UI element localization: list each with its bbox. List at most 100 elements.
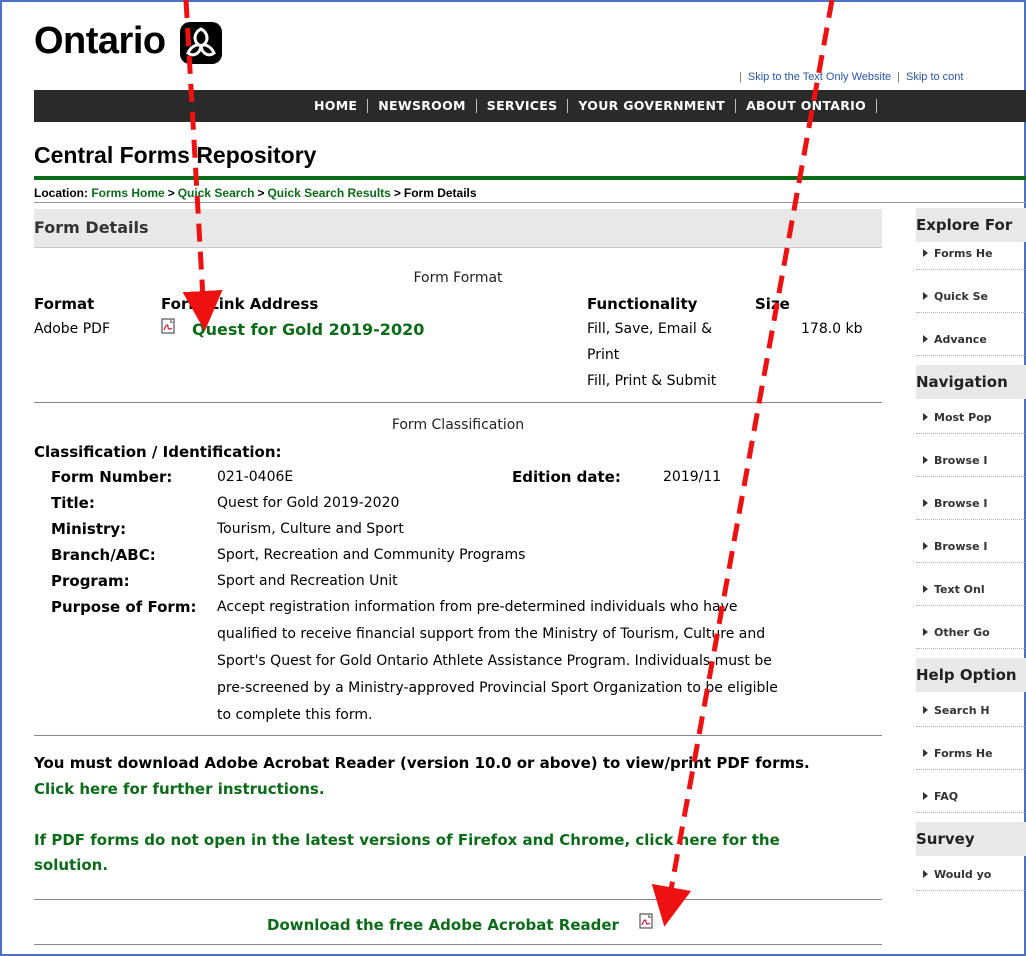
nav-services[interactable]: SERVICES bbox=[477, 99, 569, 113]
breadcrumb-separator: > bbox=[393, 186, 401, 200]
triangle-bullet-icon bbox=[923, 456, 928, 464]
breadcrumb-separator: > bbox=[257, 186, 265, 200]
sidebar-navigation-title: Navigation bbox=[916, 373, 1008, 391]
divider-format bbox=[34, 402, 882, 403]
instructions-link[interactable]: Click here for further instructions. bbox=[34, 780, 325, 798]
sidebar-item-other-gov[interactable]: Other Go bbox=[916, 622, 1026, 649]
sidebar-item-advanced-search[interactable]: Advance bbox=[916, 329, 1026, 356]
breadcrumb-quick-search-results[interactable]: Quick Search Results bbox=[267, 186, 390, 200]
breadcrumb: Location: Forms Home > Quick Search > Quick … bbox=[34, 186, 477, 200]
sidebar-item-browse-1[interactable]: Browse I bbox=[916, 450, 1026, 477]
skip-to-content-link[interactable]: Skip to cont bbox=[906, 71, 963, 83]
sidebar-help-header: Help Option bbox=[916, 658, 1026, 692]
sidebar-item-label: Quick Se bbox=[934, 290, 989, 303]
program-value: Sport and Recreation Unit bbox=[217, 573, 398, 589]
col-size: Size bbox=[755, 295, 790, 313]
breadcrumb-quick-search[interactable]: Quick Search bbox=[178, 186, 255, 200]
triangle-bullet-icon bbox=[923, 542, 928, 550]
triangle-bullet-icon bbox=[923, 413, 928, 421]
divider-download-bottom bbox=[34, 944, 882, 945]
sidebar-item-label: Forms He bbox=[934, 747, 993, 760]
sidebar-item-browse-3[interactable]: Browse I bbox=[916, 536, 1026, 563]
sidebar-item-most-popular[interactable]: Most Pop bbox=[916, 407, 1026, 434]
sidebar-item-label: Browse I bbox=[934, 454, 988, 467]
breadcrumb-divider bbox=[34, 202, 1026, 203]
breadcrumb-separator: > bbox=[167, 186, 175, 200]
sidebar-item-label: FAQ bbox=[934, 790, 959, 803]
purpose-line-5: to complete this form. bbox=[217, 707, 373, 723]
pdf-icon[interactable] bbox=[639, 913, 653, 929]
triangle-bullet-icon bbox=[923, 792, 928, 800]
pdf-icon[interactable] bbox=[161, 318, 175, 334]
triangle-bullet-icon bbox=[923, 292, 928, 300]
skip-text-only-link[interactable]: Skip to the Text Only Website bbox=[748, 71, 891, 83]
sidebar-item-label: Would yo bbox=[934, 868, 992, 881]
program-label: Program: bbox=[51, 572, 130, 590]
purpose-line-1: Accept registration information from pre… bbox=[217, 599, 738, 615]
edition-date-value: 2019/11 bbox=[663, 469, 722, 485]
title-underline bbox=[34, 176, 1026, 180]
sidebar-item-label: Forms He bbox=[934, 247, 993, 260]
classification-caption: Form Classification bbox=[391, 417, 525, 433]
col-form-link: Form Link Address bbox=[161, 295, 319, 313]
acrobat-notice: You must download Adobe Acrobat Reader (… bbox=[34, 754, 810, 772]
branch-value: Sport, Recreation and Community Programs bbox=[217, 547, 526, 563]
ministry-label: Ministry: bbox=[51, 520, 127, 538]
skip-links: | Skip to the Text Only Website | Skip to c… bbox=[739, 71, 964, 83]
sidebar-item-browse-2[interactable]: Browse I bbox=[916, 493, 1026, 520]
firefox-chrome-link-line-2[interactable]: solution. bbox=[34, 856, 108, 874]
form-pdf-link[interactable]: Quest for Gold 2019-2020 bbox=[192, 320, 424, 339]
breadcrumb-prefix: Location: bbox=[34, 186, 88, 200]
sidebar-item-label: Browse I bbox=[934, 497, 988, 510]
functionality-line-3: Fill, Print & Submit bbox=[587, 373, 717, 389]
download-reader-link[interactable]: Download the free Adobe Acrobat Reader bbox=[267, 916, 619, 934]
sidebar-survey-header: Survey bbox=[916, 822, 1026, 856]
ministry-value: Tourism, Culture and Sport bbox=[217, 521, 404, 537]
nav-home[interactable]: HOME bbox=[314, 99, 369, 113]
form-format-caption: Form Format bbox=[413, 270, 503, 286]
sidebar-item-label: Browse I bbox=[934, 540, 988, 553]
triangle-bullet-icon bbox=[923, 749, 928, 757]
nav-your-government[interactable]: YOUR GOVERNMENT bbox=[568, 99, 737, 113]
title-value: Quest for Gold 2019-2020 bbox=[217, 495, 400, 511]
triangle-bullet-icon bbox=[923, 585, 928, 593]
purpose-label: Purpose of Form: bbox=[51, 598, 197, 616]
purpose-line-4: pre-screened by a Ministry-approved Prov… bbox=[217, 680, 778, 696]
purpose-line-3: Sport's Quest for Gold Ontario Athlete A… bbox=[217, 653, 772, 669]
form-details-header: Form Details bbox=[34, 209, 882, 248]
edition-date-label: Edition date: bbox=[512, 468, 621, 486]
triangle-bullet-icon bbox=[923, 706, 928, 714]
breadcrumb-current: Form Details bbox=[403, 186, 477, 200]
sidebar-item-label: Other Go bbox=[934, 626, 990, 639]
form-number-value: 021-0406E bbox=[217, 469, 294, 485]
sidebar-navigation-header: Navigation bbox=[916, 365, 1026, 399]
sidebar-survey-title: Survey bbox=[916, 830, 975, 848]
functionality-line-1: Fill, Save, Email & bbox=[587, 321, 713, 337]
sidebar-item-search-help[interactable]: Search H bbox=[916, 700, 1026, 727]
sidebar-item-text-only[interactable]: Text Onl bbox=[916, 579, 1026, 606]
functionality-line-2: Print bbox=[587, 347, 620, 363]
main-navbar: HOME NEWSROOM SERVICES YOUR GOVERNMENT A… bbox=[34, 90, 1026, 122]
title-label: Title: bbox=[51, 494, 95, 512]
nav-newsroom[interactable]: NEWSROOM bbox=[368, 99, 477, 113]
divider-download-top bbox=[34, 899, 882, 900]
firefox-chrome-link-line-1[interactable]: If PDF forms do not open in the latest v… bbox=[34, 831, 780, 849]
sidebar-explore-header: Explore For bbox=[916, 208, 1026, 242]
ontario-logo-text[interactable]: Ontario bbox=[34, 20, 166, 63]
sidebar-item-quick-search[interactable]: Quick Se bbox=[916, 286, 1026, 313]
sidebar-item-survey[interactable]: Would yo bbox=[916, 864, 1026, 891]
triangle-bullet-icon bbox=[923, 870, 928, 878]
sidebar-item-label: Search H bbox=[934, 704, 990, 717]
triangle-bullet-icon bbox=[923, 335, 928, 343]
breadcrumb-forms-home[interactable]: Forms Home bbox=[91, 186, 164, 200]
sidebar-item-forms-home[interactable]: Forms He bbox=[916, 243, 1026, 270]
trillium-logo-icon[interactable] bbox=[180, 22, 222, 64]
nav-about-ontario[interactable]: ABOUT ONTARIO bbox=[736, 99, 878, 113]
sidebar-explore-title: Explore For bbox=[916, 216, 1013, 234]
classification-heading: Classification / Identification: bbox=[34, 443, 282, 461]
col-functionality: Functionality bbox=[587, 295, 698, 313]
sidebar-item-faq[interactable]: FAQ bbox=[916, 786, 1026, 813]
sidebar-item-label: Most Pop bbox=[934, 411, 992, 424]
branch-label: Branch/ABC: bbox=[51, 546, 156, 564]
sidebar-item-forms-help[interactable]: Forms He bbox=[916, 743, 1026, 770]
